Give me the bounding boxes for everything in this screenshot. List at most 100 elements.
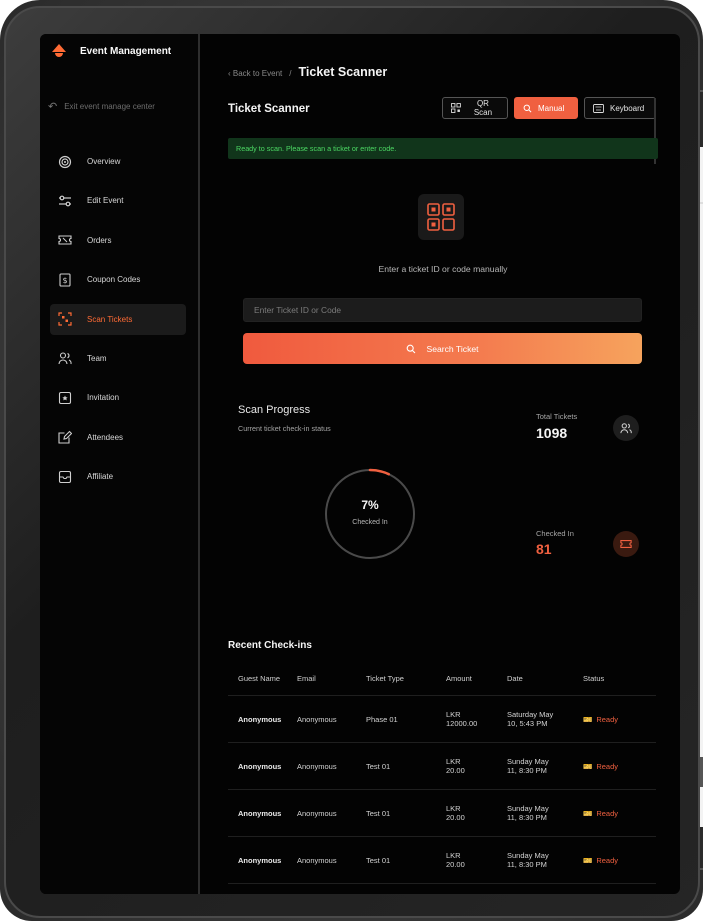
date-line-2: 11, 8:30 PM <box>507 860 547 869</box>
date-cell: Sunday May 11, 8:30 PM <box>507 757 583 775</box>
ticket-type-cell: Test 01 <box>366 808 391 818</box>
guest-name-cell: Anonymous <box>238 855 282 865</box>
status-label: Ready <box>596 808 619 818</box>
ticket-icon <box>58 233 72 247</box>
date-line-2: 11, 8:30 PM <box>507 766 547 775</box>
sidebar-item-orders[interactable]: Orders <box>50 225 186 256</box>
keyboard-label: Keyboard <box>610 103 645 113</box>
ticket-icon: 🎫 <box>583 808 593 818</box>
column-header: Date <box>507 674 523 683</box>
brand[interactable]: Event Management <box>52 44 171 58</box>
status-label: Ready <box>596 714 619 724</box>
dollar-icon: $ <box>58 273 72 287</box>
table-row[interactable]: Anonymous Anonymous Phase 01 LKR 12000.00… <box>228 696 656 743</box>
checked-in-label: Checked In <box>536 529 574 538</box>
back-link-label: Back to Event <box>232 69 283 78</box>
email-cell: Anonymous <box>297 808 337 818</box>
table-row[interactable]: Anonymous Anonymous Test 01 LKR 20.00 Sun… <box>228 837 656 884</box>
keyboard-icon <box>593 103 604 113</box>
progress-ring-label: Checked In <box>352 519 388 526</box>
amount-value: 20.00 <box>446 813 465 822</box>
back-to-event-link[interactable]: ‹ Back to Event <box>228 69 282 78</box>
date-line-2: 10, 5:43 PM <box>507 719 548 728</box>
amount-cell: LKR 20.00 <box>446 851 507 869</box>
breadcrumb-separator: / <box>289 69 292 78</box>
scan-mode-buttons: QR Scan Manual Keyboard <box>442 97 656 119</box>
guest-name-cell: Anonymous <box>238 808 282 818</box>
edit-icon <box>58 430 72 444</box>
svg-text:$: $ <box>62 276 67 285</box>
users-icon <box>613 415 639 441</box>
exit-event-center-link[interactable]: ↶ Exit event manage center <box>48 100 155 113</box>
sidebar-item-overview[interactable]: Overview <box>50 146 186 177</box>
recent-checkins-title: Recent Check-ins <box>228 640 312 651</box>
manual-entry-hint: Enter a ticket ID or code manually <box>378 264 508 274</box>
sidebar-item-label: Affiliate <box>87 472 114 482</box>
sidebar-item-team[interactable]: Team <box>50 343 186 374</box>
page-title: Ticket Scanner <box>228 103 310 115</box>
total-tickets-label: Total Tickets <box>536 412 578 421</box>
amount-value: 20.00 <box>446 766 465 775</box>
ticket-id-input[interactable] <box>243 298 642 322</box>
manual-button[interactable]: Manual <box>514 97 578 119</box>
sidebar-item-label: Attendees <box>87 432 124 442</box>
sidebar-item-coupon-codes[interactable]: $ Coupon Codes <box>50 264 186 295</box>
status-label: Ready <box>596 761 619 771</box>
search-ticket-button[interactable]: Search Ticket <box>243 333 642 364</box>
date-line-2: 11, 8:30 PM <box>507 813 547 822</box>
qr-scan-button[interactable]: QR Scan <box>442 97 508 119</box>
scan-icon <box>58 312 72 326</box>
checked-in-value: 81 <box>536 541 552 557</box>
search-icon <box>407 344 416 353</box>
status-badge: 🎫 Ready <box>583 715 656 724</box>
amount-value: 20.00 <box>446 860 465 869</box>
progress-ring <box>325 468 415 559</box>
status-badge: 🎫 Ready <box>583 762 656 771</box>
date-line-1: Sunday May <box>507 804 549 813</box>
ticket-icon <box>613 531 639 557</box>
table-header: Guest Name Email Ticket Type Amount Date… <box>228 662 656 696</box>
progress-ring-arc <box>368 468 390 476</box>
amount-cell: LKR 12000.00 <box>446 710 507 728</box>
amount-currency: LKR <box>446 757 461 766</box>
sidebar-item-invitation[interactable]: Invitation <box>50 382 186 413</box>
exit-label: Exit event manage center <box>64 102 155 111</box>
sliders-icon <box>58 194 72 208</box>
target-icon <box>58 155 72 169</box>
column-header: Amount <box>446 674 472 683</box>
qr-scan-label: QR Scan <box>473 99 493 117</box>
sidebar-item-attendees[interactable]: Attendees <box>50 422 186 453</box>
table-row[interactable]: Anonymous Anonymous Test 01 LKR 20.00 Sun… <box>228 743 656 790</box>
sidebar-item-label: Edit Event <box>87 196 124 206</box>
scan-progress-subtitle: Current ticket check-in status <box>238 424 331 433</box>
app-screen: Event Management ↶ Exit event manage cen… <box>40 34 680 894</box>
sidebar-nav: Overview Edit Event Orders $ Coupon Code… <box>50 146 186 501</box>
qr-code-icon <box>451 103 461 113</box>
amount-value: 12000.00 <box>446 719 478 728</box>
column-header: Email <box>297 674 316 683</box>
status-badge: 🎫 Ready <box>583 856 656 865</box>
table-row[interactable]: Anonymous Anonymous Test 01 LKR 20.00 Sun… <box>228 790 656 837</box>
column-header: Ticket Type <box>366 674 404 683</box>
ticket-type-cell: Test 01 <box>366 761 391 771</box>
email-cell: Anonymous <box>297 714 337 724</box>
qr-scan-large-icon <box>418 194 464 240</box>
date-line-1: Sunday May <box>507 851 549 860</box>
ticket-type-cell: Test 01 <box>366 855 391 865</box>
sidebar-item-scan-tickets[interactable]: Scan Tickets <box>50 303 186 335</box>
sidebar-item-label: Scan Tickets <box>87 314 133 324</box>
email-cell: Anonymous <box>297 855 337 865</box>
sidebar-item-edit-event[interactable]: Edit Event <box>50 185 186 216</box>
main-content: ‹ Back to Event / Ticket Scanner Ticket … <box>202 34 680 894</box>
amount-currency: LKR <box>446 851 461 860</box>
column-header: Guest Name <box>238 673 281 683</box>
sidebar-item-affiliate[interactable]: Affiliate <box>50 461 186 492</box>
brand-name: Event Management <box>80 45 172 57</box>
date-cell: Sunday May 11, 8:30 PM <box>507 851 583 869</box>
keyboard-button[interactable]: Keyboard <box>584 97 656 119</box>
amount-currency: LKR <box>446 710 461 719</box>
search-icon <box>523 104 532 112</box>
column-header: Status <box>583 674 605 683</box>
sidebar-item-label: Team <box>87 353 107 363</box>
status-badge: 🎫 Ready <box>583 809 656 818</box>
